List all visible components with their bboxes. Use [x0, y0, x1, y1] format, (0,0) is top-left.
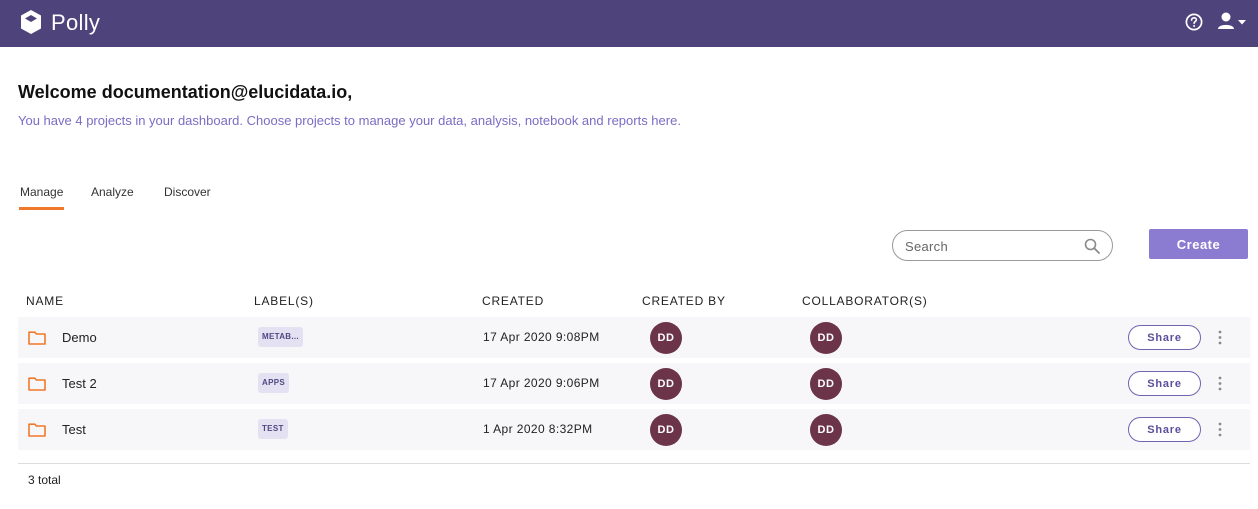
project-name[interactable]: Test 2 — [62, 376, 97, 391]
project-name[interactable]: Test — [62, 422, 86, 437]
table-row[interactable]: Test TEST 1 Apr 2020 8:32PM DD DD Share — [18, 409, 1250, 450]
folder-icon — [28, 377, 46, 391]
user-menu[interactable] — [1217, 11, 1249, 33]
created-by-avatar: DD — [650, 322, 682, 354]
user-icon — [1218, 12, 1234, 29]
tab-discover[interactable]: Discover — [164, 185, 211, 199]
welcome-subtitle: You have 4 projects in your dashboard. C… — [18, 113, 681, 128]
top-navbar: Polly — [0, 0, 1258, 47]
total-count: 3 total — [28, 473, 61, 487]
share-button[interactable]: Share — [1128, 371, 1201, 396]
caret-down-icon — [1238, 20, 1246, 25]
project-name[interactable]: Demo — [62, 330, 97, 345]
more-options-icon[interactable] — [1215, 375, 1225, 392]
created-by-avatar: DD — [650, 414, 682, 446]
tab-manage[interactable]: Manage — [20, 185, 63, 199]
folder-icon — [28, 331, 46, 345]
table-footer-divider — [18, 463, 1250, 464]
more-options-icon[interactable] — [1215, 329, 1225, 346]
welcome-heading: Welcome documentation@elucidata.io, — [18, 82, 353, 102]
search-input[interactable] — [905, 237, 1075, 255]
created-date: 17 Apr 2020 9:06PM — [483, 376, 600, 390]
created-by-avatar: DD — [650, 368, 682, 400]
collaborator-avatar: DD — [810, 414, 842, 446]
column-header-created-by[interactable]: CREATED BY — [642, 294, 726, 308]
active-tab-indicator — [19, 207, 64, 210]
folder-icon — [28, 423, 46, 437]
column-header-labels[interactable]: LABEL(S) — [254, 294, 314, 308]
collaborator-avatar: DD — [810, 368, 842, 400]
table-row[interactable]: Demo METAB... 17 Apr 2020 9:08PM DD DD S… — [18, 317, 1250, 358]
project-label-chip: APPS — [258, 373, 289, 393]
created-date: 1 Apr 2020 8:32PM — [483, 422, 593, 436]
polly-logo-icon[interactable] — [21, 10, 41, 34]
search-icon[interactable] — [1084, 238, 1100, 254]
help-icon[interactable] — [1185, 13, 1203, 31]
table-row[interactable]: Test 2 APPS 17 Apr 2020 9:06PM DD DD Sha… — [18, 363, 1250, 404]
column-header-name[interactable]: NAME — [26, 294, 64, 308]
collaborator-avatar: DD — [810, 322, 842, 354]
tab-analyze[interactable]: Analyze — [91, 185, 134, 199]
create-button[interactable]: Create — [1149, 229, 1248, 259]
project-label-chip: METAB... — [258, 327, 303, 347]
created-date: 17 Apr 2020 9:08PM — [483, 330, 600, 344]
project-label-chip: TEST — [258, 419, 288, 439]
column-header-created[interactable]: CREATED — [482, 294, 544, 308]
column-header-collaborators[interactable]: COLLABORATOR(S) — [802, 294, 928, 308]
share-button[interactable]: Share — [1128, 417, 1201, 442]
search-box — [892, 230, 1113, 261]
brand-name[interactable]: Polly — [51, 10, 100, 36]
share-button[interactable]: Share — [1128, 325, 1201, 350]
more-options-icon[interactable] — [1215, 421, 1225, 438]
